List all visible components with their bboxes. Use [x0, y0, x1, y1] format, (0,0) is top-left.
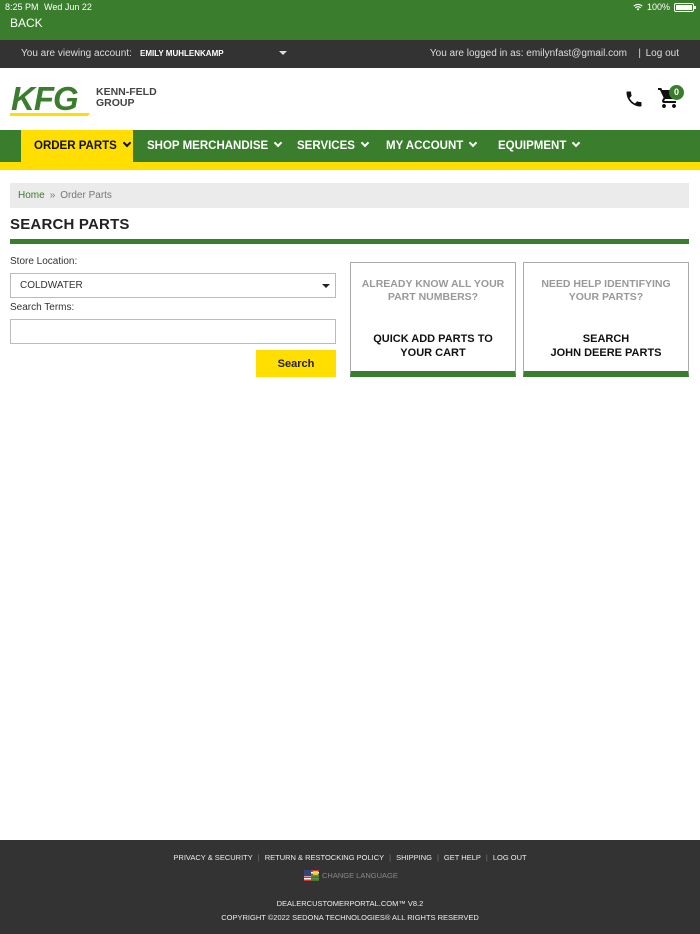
battery-icon	[674, 2, 696, 12]
svg-text:GROUP: GROUP	[96, 97, 135, 109]
breadcrumb-home[interactable]: Home	[18, 190, 45, 201]
store-location-value: COLDWATER	[20, 280, 83, 291]
back-button[interactable]: BACK	[10, 16, 43, 30]
account-bar: You are viewing account: EMILY MUHLENKAM…	[0, 40, 700, 68]
card-question: ALREADY KNOW ALL YOUR PART NUMBERS?	[361, 278, 505, 303]
breadcrumb-current: Order Parts	[60, 190, 112, 201]
footer-copyright: COPYRIGHT ©2022 SEDONA TECHNOLOGIES® ALL…	[221, 913, 479, 922]
search-button[interactable]: Search	[256, 350, 336, 377]
page-title: SEARCH PARTS	[10, 216, 130, 233]
cart-count-badge[interactable]: 0	[669, 85, 684, 100]
viewing-account-label: You are viewing account:	[21, 48, 132, 59]
footer-separator: |	[485, 853, 488, 862]
top-bar: 8:25 PM Wed Jun 22 100% BACK	[0, 0, 700, 40]
account-separator: |	[638, 48, 641, 59]
status-date: Wed Jun 22	[44, 2, 92, 12]
site-header: KFG KENN-FELD GROUP	[0, 68, 700, 130]
footer-link-privacy[interactable]: PRIVACY & SECURITY	[173, 853, 252, 862]
footer-site-version: DEALERCUSTOMERPORTAL.COM™ V8.2	[276, 899, 424, 908]
search-john-deere-card[interactable]: NEED HELP IDENTIFYING YOUR PARTS? SEARCH…	[523, 262, 689, 377]
search-john-deere-link[interactable]: SEARCH JOHN DEERE PARTS	[528, 332, 684, 360]
footer-separator: |	[436, 853, 439, 862]
nav-label: EQUIPMENT	[498, 140, 567, 152]
chevron-down-icon	[360, 138, 370, 148]
phone-icon[interactable]	[624, 89, 644, 109]
quick-add-card[interactable]: ALREADY KNOW ALL YOUR PART NUMBERS? QUIC…	[350, 262, 516, 377]
svg-text:KFG: KFG	[11, 80, 78, 117]
search-terms-input[interactable]	[10, 319, 336, 344]
search-terms-label: Search Terms:	[10, 302, 75, 313]
change-language-label: CHANGE LANGUAGE	[322, 871, 398, 880]
nav-my-account[interactable]: MY ACCOUNT	[386, 130, 478, 162]
nav-order-parts[interactable]: ORDER PARTS	[21, 130, 133, 162]
nav-accent-bar	[0, 162, 700, 170]
card-action-line: JOHN DEERE PARTS	[550, 347, 662, 359]
chevron-down-icon	[273, 138, 283, 148]
nav-label: ORDER PARTS	[34, 140, 117, 152]
nav-label: SERVICES	[297, 140, 355, 152]
footer-separator: |	[389, 853, 392, 862]
breadcrumb: Home » Order Parts	[10, 183, 689, 208]
footer-link-get-help[interactable]: GET HELP	[444, 853, 481, 862]
chevron-down-icon	[469, 138, 478, 148]
account-selector[interactable]: EMILY MUHLENKAMP	[140, 49, 224, 58]
caret-down-icon[interactable]	[279, 51, 287, 55]
nav-shop-merchandise[interactable]: SHOP MERCHANDISE	[147, 130, 283, 162]
footer-link-return-policy[interactable]: RETURN & RESTOCKING POLICY	[265, 853, 384, 862]
wifi-icon	[633, 4, 643, 11]
battery-percent: 100%	[646, 2, 670, 12]
main-nav: ORDER PARTS SHOP MERCHANDISE SERVICES MY…	[0, 130, 700, 162]
footer-link-shipping[interactable]: SHIPPING	[396, 853, 432, 862]
nav-label: SHOP MERCHANDISE	[147, 140, 269, 152]
store-location-select[interactable]: COLDWATER	[10, 273, 336, 298]
footer-links: PRIVACY & SECURITY | RETURN & RESTOCKING P…	[0, 853, 700, 862]
footer-separator: |	[257, 853, 260, 862]
logout-link[interactable]: Log out	[646, 48, 679, 59]
change-language-link[interactable]: CHANGE LANGUAGE	[304, 870, 398, 881]
flag-icon	[304, 870, 319, 881]
footer-link-log-out[interactable]: LOG OUT	[493, 853, 527, 862]
nav-services[interactable]: SERVICES	[297, 130, 370, 162]
status-time: 8:25 PM	[5, 2, 39, 12]
quick-add-parts-link[interactable]: QUICK ADD PARTS TO YOUR CART	[355, 332, 511, 360]
nav-equipment[interactable]: EQUIPMENT	[498, 130, 581, 162]
store-location-label: Store Location:	[10, 256, 78, 267]
kfg-logo[interactable]: KFG KENN-FELD GROUP	[10, 80, 160, 118]
chevron-down-icon	[572, 138, 581, 148]
chevron-down-icon	[122, 138, 132, 148]
card-question: NEED HELP IDENTIFYING YOUR PARTS?	[541, 278, 671, 303]
nav-label: MY ACCOUNT	[386, 140, 464, 152]
site-footer: PRIVACY & SECURITY | RETURN & RESTOCKING P…	[0, 840, 700, 934]
card-action-line: SEARCH	[582, 333, 630, 345]
breadcrumb-separator: »	[49, 190, 56, 201]
logged-in-text: You are logged in as: emilynfast@gmail.c…	[429, 48, 627, 59]
status-indicators: 100%	[633, 2, 696, 12]
caret-down-icon	[322, 284, 330, 288]
title-divider	[10, 239, 689, 244]
